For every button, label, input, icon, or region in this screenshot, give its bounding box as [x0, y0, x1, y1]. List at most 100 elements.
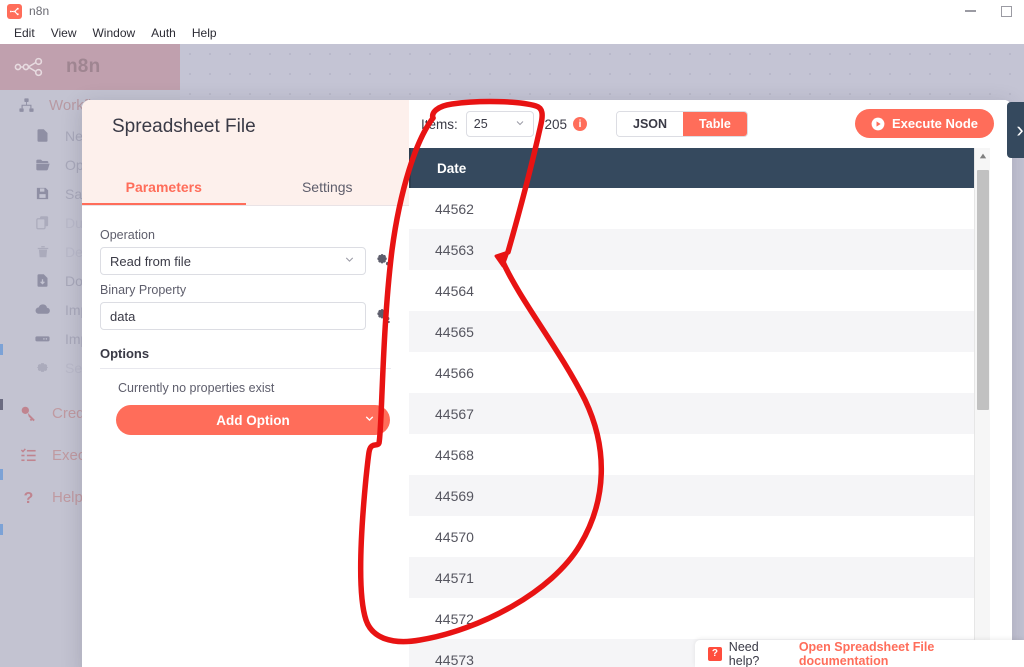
file-icon [34, 127, 51, 144]
output-scrollbar[interactable] [974, 148, 990, 667]
cell-date: 44564 [435, 282, 474, 299]
window-titlebar: n8n [0, 0, 1024, 22]
execute-node-button[interactable]: Execute Node [855, 109, 994, 138]
cell-date: 44569 [435, 487, 474, 504]
cell-date: 44572 [435, 610, 474, 627]
list-check-icon [18, 445, 38, 465]
ndv-output-panel: Items: 25 /205 i JSON Table Execute Node… [409, 100, 1012, 667]
window-controls [952, 0, 1024, 22]
need-help-text: Need help? [728, 639, 760, 667]
ndv-parameters-panel: Spreadsheet File Parameters Settings Ope… [82, 100, 409, 667]
table-row[interactable]: 44563 [409, 229, 990, 270]
info-icon[interactable]: i [573, 117, 588, 131]
cell-date: 44565 [435, 323, 474, 340]
sidebar-accent-2 [0, 399, 3, 410]
table-row[interactable]: 44569 [409, 475, 990, 516]
svg-text:?: ? [23, 490, 33, 507]
binary-property-value: data [110, 308, 136, 324]
chevron-down-icon [363, 412, 376, 428]
table-row[interactable]: 44562 [409, 188, 990, 229]
need-help-bar: ? Need help? Open Spreadsheet File docum… [695, 640, 1024, 667]
output-toolbar: Items: 25 /205 i JSON Table Execute Node [409, 100, 1012, 148]
scroll-up-icon[interactable] [975, 148, 991, 164]
cell-date: 44568 [435, 446, 474, 463]
table-row[interactable]: 44567 [409, 393, 990, 434]
sidebar-accent-1 [0, 344, 3, 355]
output-table: Date 44562 44563 44564 44565 44566 44567… [409, 148, 990, 667]
chevron-down-icon [343, 253, 356, 269]
sidebar-label-help: Help [52, 488, 83, 506]
page-title: Spreadsheet File [112, 116, 256, 137]
operation-select[interactable]: Read from file [100, 247, 366, 275]
app-body: n8n Workflows New Open Save [0, 44, 1024, 667]
minimize-button[interactable] [952, 0, 988, 22]
items-label: Items: [421, 116, 458, 132]
maximize-button[interactable] [988, 0, 1024, 22]
menu-help[interactable]: Help [184, 24, 225, 42]
sidebar-brand: n8n [0, 44, 180, 90]
tab-parameters[interactable]: Parameters [82, 170, 246, 205]
table-header-row: Date [409, 148, 990, 188]
folder-open-icon [34, 156, 51, 173]
ndv-tabs: Parameters Settings [82, 170, 409, 206]
table-row[interactable]: 44571 [409, 557, 990, 598]
menu-auth[interactable]: Auth [143, 24, 184, 42]
menubar: Edit View Window Auth Help [0, 22, 1024, 44]
view-mode-json[interactable]: JSON [617, 112, 684, 136]
cell-date: 44570 [435, 528, 474, 545]
cell-date: 44571 [435, 569, 474, 586]
hard-drive-icon [34, 330, 51, 347]
n8n-brand-icon [14, 57, 43, 77]
cell-date: 44562 [435, 200, 474, 217]
items-per-page-select[interactable]: 25 [465, 111, 534, 137]
binary-property-row: data [100, 302, 391, 330]
options-section-title: Options [100, 346, 391, 369]
binary-property-input[interactable]: data [100, 302, 366, 330]
table-row[interactable]: 44572 [409, 598, 990, 639]
sidebar-brand-label: n8n [66, 56, 101, 77]
minimize-icon [964, 10, 976, 12]
table-row[interactable]: 44566 [409, 352, 990, 393]
tab-settings[interactable]: Settings [246, 170, 410, 205]
execute-node-label: Execute Node [892, 116, 978, 131]
table-row[interactable]: 44564 [409, 270, 990, 311]
sidebar-accent-3 [0, 469, 3, 480]
ndv-parameter-list: Operation Read from file Binary Property… [82, 208, 409, 435]
chevron-down-icon [514, 117, 526, 132]
play-icon [871, 117, 885, 130]
table-row[interactable]: 44565 [409, 311, 990, 352]
documentation-link[interactable]: Open Spreadsheet File documentation [799, 640, 1024, 667]
chevron-right-icon: › [1016, 117, 1024, 142]
operation-row: Read from file [100, 247, 391, 275]
menu-window[interactable]: Window [84, 24, 143, 42]
scrollbar-thumb[interactable] [977, 170, 989, 410]
cloud-icon [34, 301, 51, 318]
add-option-button[interactable]: Add Option [116, 405, 390, 435]
menu-view[interactable]: View [43, 24, 85, 42]
cell-date: 44573 [435, 651, 474, 667]
binary-property-settings-gear-icon[interactable] [375, 308, 391, 324]
column-header-date: Date [437, 160, 467, 176]
operation-settings-gear-icon[interactable] [375, 253, 391, 269]
table-row[interactable]: 44568 [409, 434, 990, 475]
save-icon [34, 185, 51, 202]
view-mode-table[interactable]: Table [683, 112, 747, 136]
gear-icon [34, 359, 51, 376]
trash-icon [34, 243, 51, 260]
key-icon [18, 403, 38, 423]
collapse-panel-button[interactable]: › [1007, 102, 1024, 158]
app-window: n8n Edit View Window Auth Help n8n New S… [0, 0, 1024, 667]
view-mode-toggle: JSON Table [616, 111, 748, 137]
operation-value: Read from file [110, 253, 191, 269]
operation-label: Operation [100, 228, 155, 242]
cell-date: 44563 [435, 241, 474, 258]
options-empty-text: Currently no properties exist [118, 381, 275, 395]
window-title: n8n [29, 4, 50, 18]
question-icon: ? [18, 487, 38, 507]
node-detail-view: Spreadsheet File Parameters Settings Ope… [82, 100, 1012, 667]
cell-date: 44567 [435, 405, 474, 422]
items-per-page-value: 25 [473, 117, 488, 131]
help-badge-icon: ? [708, 646, 722, 661]
table-row[interactable]: 44570 [409, 516, 990, 557]
menu-edit[interactable]: Edit [6, 24, 43, 42]
